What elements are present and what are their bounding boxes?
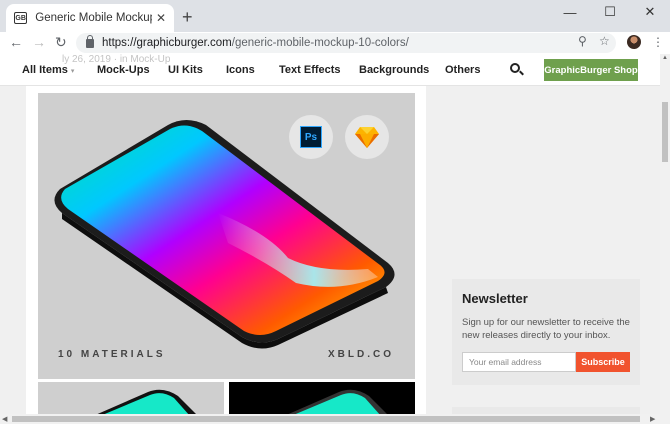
sketch-icon <box>355 127 379 148</box>
reload-button[interactable]: ↻ <box>55 34 67 51</box>
search-icon[interactable] <box>510 63 520 73</box>
zoom-icon[interactable]: ⚲ <box>578 34 587 48</box>
thumbnail-phone-image <box>284 389 389 416</box>
shop-button[interactable]: GraphicBurger Shop <box>544 59 638 81</box>
mockup-preview-image: Ps 10 MATERIALS XBLD.CO <box>38 93 415 379</box>
newsletter-widget: Newsletter Sign up for our newsletter to… <box>452 279 640 385</box>
vertical-scroll-thumb[interactable] <box>662 102 668 162</box>
forward-button[interactable]: → <box>32 34 46 50</box>
horizontal-scrollbar[interactable]: ◀ ▶ <box>0 414 670 424</box>
newsletter-description: Sign up for our newsletter to receive th… <box>462 317 630 341</box>
back-button[interactable]: ← <box>9 34 23 50</box>
newsletter-title: Newsletter <box>462 291 528 306</box>
nav-text-effects[interactable]: Text Effects <box>279 64 341 76</box>
chevron-down-icon: ▾ <box>70 68 75 75</box>
gallery-thumbnail[interactable] <box>38 382 224 416</box>
url-text: https://graphicburger.com/generic-mobile… <box>102 37 409 49</box>
nav-backgrounds[interactable]: Backgrounds <box>359 64 429 76</box>
sketch-badge[interactable] <box>345 115 389 159</box>
site-navigation: ly 26, 2019 · in Mock-Up All Items ▾ Moc… <box>0 54 660 86</box>
address-bar[interactable]: https://graphicburger.com/generic-mobile… <box>76 33 616 53</box>
horizontal-scroll-thumb[interactable] <box>12 416 640 422</box>
main-content: Ps 10 MATERIALS XBLD.CO <box>26 86 426 416</box>
bookmark-star-icon[interactable]: ☆ <box>599 34 610 48</box>
scroll-up-icon[interactable]: ▲ <box>662 55 668 61</box>
caption-brand: XBLD.CO <box>328 349 394 360</box>
nav-others[interactable]: Others <box>445 64 480 76</box>
browser-tab[interactable]: GB Generic Mobile Mockup: 10 Colors ✕ <box>6 4 174 32</box>
browser-menu-icon[interactable]: ⋮ <box>652 35 664 49</box>
thumbnail-phone-image <box>93 389 198 416</box>
nav-all-items[interactable]: All Items ▾ <box>22 64 74 76</box>
profile-avatar[interactable] <box>627 35 641 49</box>
nav-icons[interactable]: Icons <box>226 64 255 76</box>
tab-title: Generic Mobile Mockup: 10 Colors <box>35 12 152 24</box>
photoshop-badge[interactable]: Ps <box>289 115 333 159</box>
url-domain: https://graphicburger.com <box>102 37 232 49</box>
vertical-scrollbar[interactable]: ▲ <box>660 54 670 414</box>
close-tab-icon[interactable]: ✕ <box>156 11 166 25</box>
scroll-left-icon[interactable]: ◀ <box>2 415 7 423</box>
nav-mockups[interactable]: Mock-Ups <box>97 64 150 76</box>
new-tab-button[interactable]: + <box>182 7 193 28</box>
maximize-button[interactable]: ☐ <box>590 0 630 24</box>
email-field[interactable] <box>462 352 576 372</box>
caption-materials: 10 MATERIALS <box>58 349 166 360</box>
nav-all-items-label: All Items <box>22 64 68 76</box>
gallery-thumbnail[interactable] <box>229 382 415 416</box>
newsletter-form: Subscribe <box>462 352 630 372</box>
subscribe-button[interactable]: Subscribe <box>576 352 630 372</box>
browser-toolbar: ← → ↻ https://graphicburger.com/generic-… <box>0 32 670 54</box>
window-close-button[interactable]: ✕ <box>630 0 670 24</box>
scroll-right-icon[interactable]: ▶ <box>650 415 655 423</box>
photoshop-icon: Ps <box>300 126 322 148</box>
graphicburger-favicon-icon: GB <box>14 12 28 24</box>
tab-strip: GB Generic Mobile Mockup: 10 Colors ✕ + … <box>0 0 670 32</box>
url-path: /generic-mobile-mockup-10-colors/ <box>231 37 409 49</box>
nav-ui-kits[interactable]: UI Kits <box>168 64 203 76</box>
minimize-button[interactable]: — <box>550 0 590 24</box>
lock-icon <box>86 34 94 48</box>
